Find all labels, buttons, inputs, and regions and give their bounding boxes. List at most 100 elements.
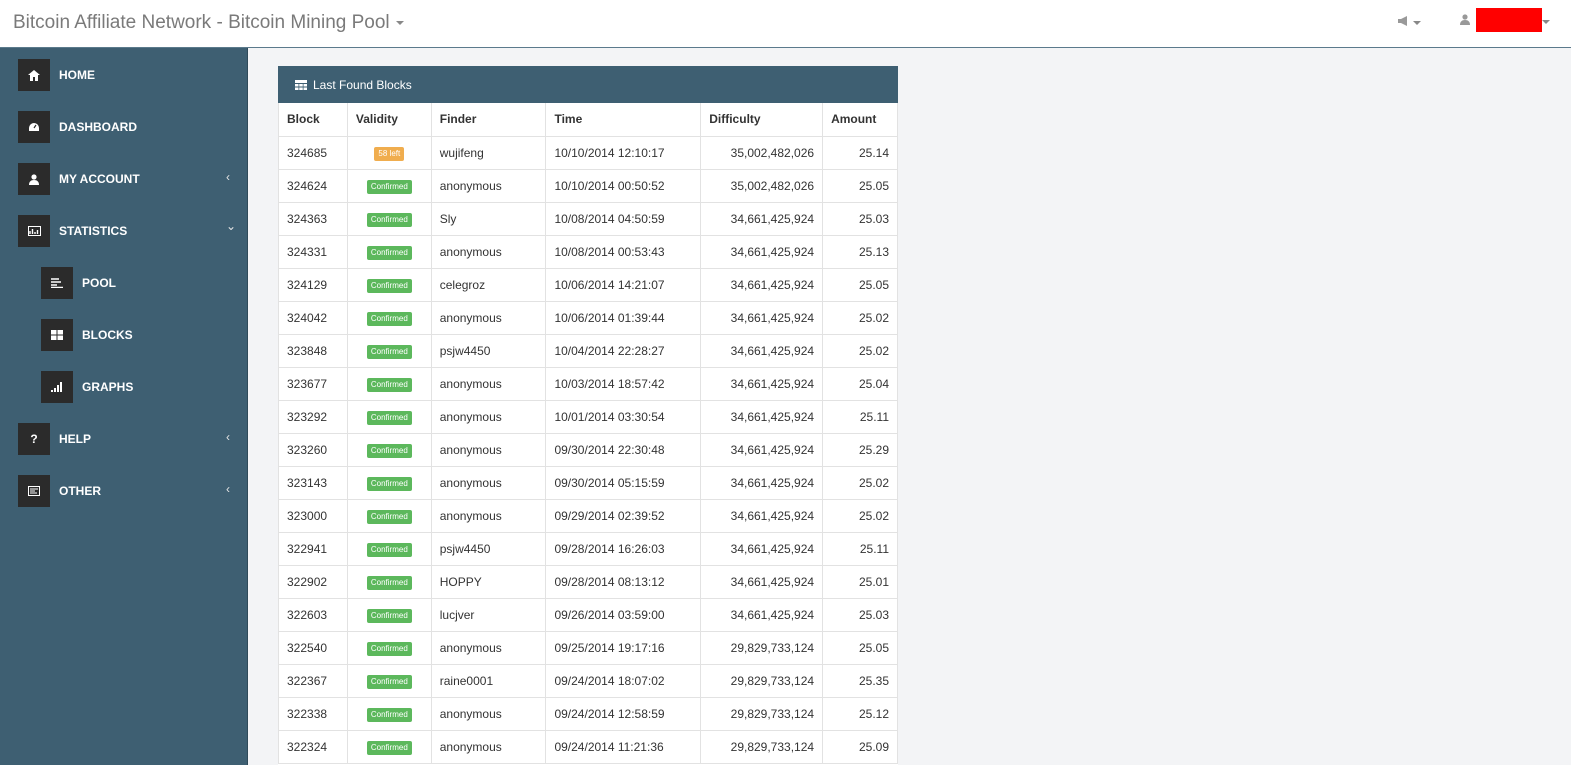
validity-badge: Confirmed [366,311,412,326]
table-row: 322338 Confirmed anonymous 09/24/2014 12:58… [278,696,898,731]
amount-cell: 25.11 [822,531,898,566]
table-row: 324363 Confirmed Sly 10/08/2014 04:50:59 34,… [278,201,898,236]
sidebar-item-graphs[interactable]: GRAPHS [0,367,248,407]
table-row: 322941 Confirmed psjw4450 09/28/2014 16:26:… [278,531,898,566]
difficulty-cell: 34,661,425,924 [700,564,824,599]
block-cell: 324331 [278,234,348,269]
sidebar-item-help[interactable]: ? HELP ‹ [0,419,248,459]
chevron-left-icon: ‹ [226,482,230,496]
dashboard-icon [18,111,50,143]
table-row: 324624 Confirmed anonymous 10/10/2014 00:50… [278,168,898,203]
table-row: 324685 58 left wujifeng 10/10/2014 12:10:17… [278,135,898,170]
validity-badge: Confirmed [366,278,412,293]
notifications-dropdown[interactable] [1398,14,1421,29]
user-name-redacted [1476,8,1542,32]
block-cell: 324042 [278,300,348,335]
table-row: 323143 Confirmed anonymous 09/30/2014 05:15… [278,465,898,500]
table-row: 322902 Confirmed HOPPY 09/28/2014 08:13:12 3… [278,564,898,599]
chevron-down-icon: ⌄ [226,219,237,233]
amount-cell: 25.05 [822,168,898,203]
validity-cell: Confirmed [346,234,432,269]
amount-cell: 25.03 [822,597,898,632]
caret-down-icon [1542,20,1550,24]
time-cell: 09/24/2014 18:07:02 [545,663,702,698]
table-row: 324042 Confirmed anonymous 10/06/2014 01:39… [278,300,898,335]
validity-cell: Confirmed [346,696,432,731]
table-row: 324129 Confirmed celegroz 10/06/2014 14:21:… [278,267,898,302]
finder-cell: anonymous [430,696,547,731]
finder-cell: anonymous [430,168,547,203]
finder-cell: psjw4450 [430,531,547,566]
block-cell: 323143 [278,465,348,500]
table-row: 323677 Confirmed anonymous 10/03/2014 18:57… [278,366,898,401]
column-header-finder: Finder [430,103,547,137]
table-row: 323292 Confirmed anonymous 10/01/2014 03:30… [278,399,898,434]
table-row: 323000 Confirmed anonymous 09/29/2014 02:39… [278,498,898,533]
difficulty-cell: 29,829,733,124 [700,630,824,665]
validity-badge: Confirmed [366,542,412,557]
validity-badge: Confirmed [366,608,412,623]
validity-badge: Confirmed [366,707,412,722]
finder-cell: lucjver [430,597,547,632]
difficulty-cell: 29,829,733,124 [700,663,824,698]
panel-title: Last Found Blocks [313,77,412,92]
column-header-difficulty: Difficulty [700,103,824,137]
finder-cell: raine0001 [430,663,547,698]
finder-cell: Sly [430,201,547,236]
difficulty-cell: 34,661,425,924 [700,597,824,632]
time-cell: 09/24/2014 12:58:59 [545,696,702,731]
block-cell: 323292 [278,399,348,434]
amount-cell: 25.05 [822,267,898,302]
validity-badge: Confirmed [366,212,412,227]
time-cell: 10/04/2014 22:28:27 [545,333,702,368]
validity-badge: Confirmed [366,641,412,656]
finder-cell: anonymous [430,399,547,434]
amount-cell: 25.05 [822,630,898,665]
time-cell: 10/06/2014 01:39:44 [545,300,702,335]
chevron-left-icon: ‹ [226,170,230,184]
validity-badge: Confirmed [366,179,412,194]
sidebar-item-other[interactable]: OTHER ‹ [0,471,248,511]
sidebar-item-dashboard[interactable]: DASHBOARD [0,107,248,147]
validity-cell: Confirmed [346,300,432,335]
time-cell: 10/08/2014 00:53:43 [545,234,702,269]
top-navbar: Bitcoin Affiliate Network - Bitcoin Mini… [0,0,1571,48]
sidebar-item-statistics[interactable]: STATISTICS ⌄ [0,211,248,251]
sidebar-item-my-account[interactable]: MY ACCOUNT ‹ [0,159,248,199]
amount-cell: 25.14 [822,135,898,170]
column-header-amount: Amount [822,103,898,137]
block-cell: 322338 [278,696,348,731]
time-cell: 09/26/2014 03:59:00 [545,597,702,632]
validity-cell: Confirmed [346,432,432,467]
block-cell: 322324 [278,729,348,764]
last-found-blocks-panel: Last Found Blocks Block Validity Finder … [278,66,898,765]
validity-cell: Confirmed [346,564,432,599]
amount-cell: 25.02 [822,300,898,335]
sidebar-item-label: HELP [59,432,92,446]
sidebar: HOME DASHBOARD MY ACCOUNT ‹ STATISTICS ⌄… [0,48,248,765]
validity-cell: Confirmed [346,267,432,302]
block-cell: 322367 [278,663,348,698]
validity-cell: Confirmed [346,366,432,401]
difficulty-cell: 35,002,482,026 [700,135,824,170]
finder-cell: anonymous [430,465,547,500]
validity-cell: Confirmed [346,597,432,632]
validity-cell: Confirmed [346,630,432,665]
table-row: 323848 Confirmed psjw4450 10/04/2014 22:28:… [278,333,898,368]
block-cell: 323000 [278,498,348,533]
validity-cell: Confirmed [346,201,432,236]
amount-cell: 25.04 [822,366,898,401]
user-icon [1460,14,1470,25]
difficulty-cell: 35,002,482,026 [700,168,824,203]
brand-dropdown[interactable]: Bitcoin Affiliate Network - Bitcoin Mini… [13,12,404,34]
table-icon [41,319,73,351]
sidebar-item-blocks[interactable]: BLOCKS [0,315,248,355]
amount-cell: 25.35 [822,663,898,698]
time-cell: 09/28/2014 08:13:12 [545,564,702,599]
table-icon [295,79,307,90]
sidebar-item-home[interactable]: HOME [0,55,248,95]
block-cell: 322941 [278,531,348,566]
user-icon [18,163,50,195]
sidebar-item-pool[interactable]: POOL [0,263,248,303]
block-cell: 322540 [278,630,348,665]
